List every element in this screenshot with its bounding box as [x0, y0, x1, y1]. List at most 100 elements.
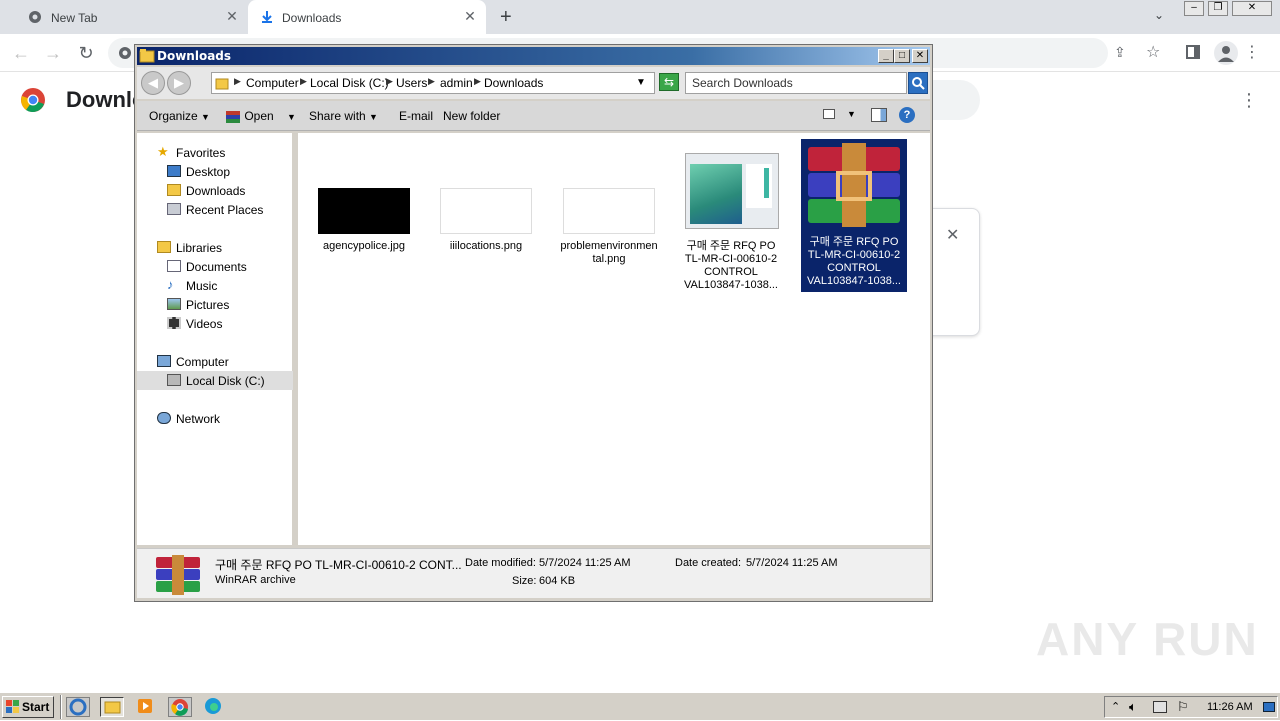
winrar-small-icon [226, 110, 240, 123]
music-icon: ♪ [167, 277, 174, 292]
file-name: agencypolice.jpg [323, 240, 405, 252]
chrome-taskbar-button[interactable] [168, 697, 192, 717]
recent-places-icon [167, 203, 181, 215]
details-file-name: 구매 주문 RFQ PO TL-MR-CI-00610-2 CONT... [215, 558, 462, 572]
view-dropdown-icon[interactable]: ▼ [847, 109, 856, 119]
file-name: 구매 주문 RFQ PO TL-MR-CI-00610-2 CONTROL VA… [807, 236, 901, 287]
file-item-iiilocations[interactable]: iiilocations.png [436, 143, 536, 273]
help-icon[interactable]: ? [899, 107, 915, 123]
breadcrumb[interactable]: ▶ Computer ▶ Local Disk (C:) ▶ Users ▶ a… [211, 72, 655, 94]
start-button[interactable]: Start [2, 696, 54, 718]
explorer-title-bar[interactable]: Downloads _ □ ✕ [137, 47, 930, 65]
new-folder-button[interactable]: New folder [443, 109, 500, 123]
drive-icon [167, 374, 181, 386]
edge-taskbar-icon[interactable] [202, 697, 226, 717]
remove-download-icon[interactable]: ✕ [946, 225, 959, 245]
nav-pictures[interactable]: Pictures [137, 295, 293, 314]
clock[interactable]: 11:26 AM [1207, 701, 1253, 713]
nav-libraries[interactable]: Libraries [137, 238, 293, 257]
search-input[interactable]: Search Downloads [685, 72, 907, 94]
file-item-problemenvironmental[interactable]: problemenvironmen tal.png [559, 143, 659, 273]
breadcrumb-admin[interactable]: admin [440, 76, 473, 90]
pictures-icon [167, 298, 181, 310]
details-size: 604 KB [539, 575, 576, 587]
browser-tab-strip: New Tab ✕ Downloads ✕ + ⌄ – ❐ ✕ [0, 0, 1280, 34]
breadcrumb-computer[interactable]: Computer [246, 76, 299, 90]
downloads-search-field[interactable] [928, 80, 980, 120]
address-dropdown-icon[interactable]: ▼ [636, 77, 646, 88]
search-icon[interactable] [908, 72, 928, 94]
tab-label: Downloads [282, 11, 342, 25]
action-center-flag-icon[interactable]: ⚐ [1177, 699, 1189, 715]
media-player-taskbar-icon[interactable] [134, 697, 158, 717]
bookmark-star-icon[interactable]: ☆ [1146, 42, 1160, 62]
explorer-back-button[interactable]: ◀ [141, 71, 165, 95]
email-button[interactable]: E-mail [399, 109, 433, 123]
ie-taskbar-icon[interactable] [66, 697, 90, 717]
reload-button[interactable]: ↻ [75, 42, 97, 64]
nav-desktop[interactable]: Desktop [137, 162, 293, 181]
close-tab-icon[interactable]: ✕ [462, 8, 478, 24]
show-desktop-icon[interactable] [1263, 702, 1275, 712]
nav-videos[interactable]: Videos [137, 314, 293, 333]
restore-button[interactable]: ❐ [1208, 1, 1228, 16]
network-tray-icon[interactable] [1153, 701, 1167, 713]
breadcrumb-downloads[interactable]: Downloads [484, 76, 543, 90]
profile-avatar-icon[interactable] [1214, 41, 1238, 65]
details-date-created-label: Date created: [675, 557, 742, 569]
minimize-button[interactable]: – [1184, 1, 1204, 16]
download-icon [262, 11, 272, 23]
page-menu-icon[interactable]: ⋮ [1240, 90, 1258, 111]
change-view-icon[interactable] [823, 109, 835, 119]
organize-button[interactable]: Organize ▼ [149, 109, 210, 123]
file-item-rfq-document[interactable]: 구매 주문 RFQ PO TL-MR-CI-00610-2 CONTROL VA… [681, 143, 781, 293]
share-with-button[interactable]: Share with ▼ [309, 109, 378, 123]
new-tab-button[interactable]: + [500, 6, 512, 29]
explorer-close-button[interactable]: ✕ [912, 49, 928, 63]
explorer-forward-button[interactable]: ▶ [167, 71, 191, 95]
show-hidden-icons-icon[interactable]: ⌃ [1111, 700, 1120, 713]
details-date-modified-label: Date modified: [465, 557, 536, 569]
system-tray: ⌃ 🔈︎ ⚐ 11:26 AM [1104, 696, 1278, 718]
nav-recent-places[interactable]: Recent Places [137, 200, 293, 219]
nav-downloads[interactable]: Downloads [137, 181, 293, 200]
navigation-pane: ★ Favorites Desktop Downloads Recent Pla… [137, 133, 295, 545]
tab-new-tab[interactable]: New Tab ✕ [8, 0, 246, 34]
tab-downloads[interactable]: Downloads ✕ [248, 0, 486, 34]
tab-search-icon[interactable]: ⌄ [1154, 8, 1164, 22]
computer-icon [157, 355, 171, 367]
open-button[interactable]: Open ▼ [225, 109, 296, 124]
nav-favorites[interactable]: ★ Favorites [137, 143, 293, 162]
chrome-page-icon [119, 47, 131, 59]
share-icon[interactable]: ⇪ [1114, 44, 1126, 61]
browser-menu-icon[interactable]: ⋮ [1244, 42, 1260, 62]
details-date-modified: 5/7/2024 11:25 AM [539, 557, 631, 569]
volume-icon[interactable]: 🔈︎ [1129, 699, 1137, 715]
breadcrumb-users[interactable]: Users [396, 76, 427, 90]
file-item-rfq-archive-selected[interactable]: 구매 주문 RFQ PO TL-MR-CI-00610-2 CONTROL VA… [801, 139, 907, 292]
close-window-button[interactable]: ✕ [1232, 1, 1272, 16]
refresh-icon[interactable]: ⇆ [659, 73, 679, 91]
nav-network[interactable]: Network [137, 409, 293, 428]
file-name: iiilocations.png [449, 240, 523, 252]
back-button[interactable]: ← [10, 42, 32, 64]
explorer-title: Downloads [157, 49, 232, 63]
file-item-agencypolice[interactable]: agencypolice.jpg [314, 143, 414, 273]
nav-documents[interactable]: Documents [137, 257, 293, 276]
image-thumbnail [440, 188, 532, 234]
image-thumbnail [563, 188, 655, 234]
explorer-minimize-button[interactable]: _ [878, 49, 894, 63]
forward-button[interactable]: → [42, 42, 64, 64]
explorer-taskbar-button[interactable] [100, 697, 124, 717]
folder-icon [215, 78, 229, 90]
nav-music[interactable]: ♪ Music [137, 276, 293, 295]
close-tab-icon[interactable]: ✕ [224, 8, 240, 24]
nav-computer[interactable]: Computer [137, 352, 293, 371]
preview-pane-icon[interactable] [871, 108, 887, 122]
breadcrumb-local-disk[interactable]: Local Disk (C:) [310, 76, 389, 90]
nav-local-disk[interactable]: Local Disk (C:) [137, 371, 293, 390]
explorer-maximize-button[interactable]: □ [894, 49, 910, 63]
file-list: agencypolice.jpg iiilocations.png proble… [298, 133, 930, 545]
libraries-icon [157, 241, 171, 253]
side-panel-icon[interactable] [1186, 45, 1200, 59]
